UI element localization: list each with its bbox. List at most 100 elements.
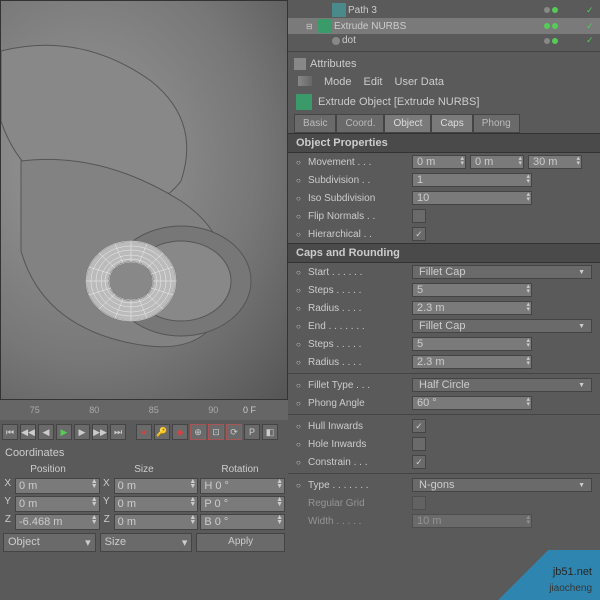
phong-angle-field[interactable]: 60 °▴▾ [412,396,532,410]
menu-edit[interactable]: Edit [364,76,383,88]
coord-mode-select[interactable]: Object▾ [3,533,96,552]
fillet-type-label: Fillet Type . . . [308,380,408,391]
attribute-tabs: Basic Coord. Object Caps Phong [288,114,600,133]
object-title-bar: Extrude Object [Extrude NURBS] [288,90,600,114]
key-button[interactable]: ◆ [172,424,188,440]
size-mode-select[interactable]: Size▾ [100,533,193,552]
rotation-header: Rotation [192,464,288,475]
object-properties-header: Object Properties [288,133,600,153]
subdivision-field[interactable]: 1▴▾ [412,173,532,187]
transport-bar: ⏮ ◀◀ ◀ ▶ ▶ ▶▶ ⏭ ● 🔑 ◆ ⊕ ⊡ ⟳ P ◧ [0,420,288,444]
end-steps-field[interactable]: 5▴▾ [412,337,532,351]
width-label: Width . . . . . [308,516,408,527]
tab-object[interactable]: Object [384,114,431,133]
position-z-field[interactable]: -6.468 m▲▼ [15,514,100,530]
spline-icon [332,3,346,17]
constrain-label: Constrain . . . [308,457,408,468]
play-button[interactable]: ▶ [56,424,72,440]
position-y-field[interactable]: 0 m▲▼ [15,496,100,512]
end-radius-field[interactable]: 2.3 m▴▾ [412,355,532,369]
constrain-checkbox[interactable]: ✓ [412,455,426,469]
tree-item-path[interactable]: Path 3 ✓ [288,2,600,18]
autokey-button[interactable]: 🔑 [154,424,170,440]
hierarchical-checkbox[interactable]: ✓ [412,227,426,241]
hole-inwards-label: Hole Inwards [308,439,408,450]
position-x-field[interactable]: 0 m▲▼ [15,478,100,494]
width-field: 10 m▴▾ [412,514,532,528]
record-button[interactable]: ● [136,424,152,440]
flip-normals-checkbox[interactable] [412,209,426,223]
rotation-p-field[interactable]: P 0 °▲▼ [200,496,285,512]
timeline-tick: 85 [124,405,184,415]
caps-rounding-header: Caps and Rounding [288,243,600,263]
movement-x-field[interactable]: 0 m▴▾ [412,155,466,169]
collapse-icon[interactable]: ⊟ [306,22,316,31]
attributes-menu: Mode Edit User Data [288,74,600,90]
prev-frame-button[interactable]: ◀ [38,424,54,440]
tree-item-extrude-nurbs[interactable]: ⊟ Extrude NURBS ✓ [288,18,600,34]
key-pos-button[interactable]: ⊕ [190,424,206,440]
fillet-type-select[interactable]: Half Circle▼ [412,378,592,392]
timeline-tick: 80 [65,405,125,415]
current-frame[interactable]: 0 F [243,405,283,415]
next-frame-button[interactable]: ▶ [74,424,90,440]
key-rot-button[interactable]: ⟳ [226,424,242,440]
axis-label: Z [102,514,112,530]
size-y-field[interactable]: 0 m▲▼ [114,496,199,512]
watermark: jb51.net jiaocheng [480,550,600,600]
axis-label: Z [3,514,13,530]
tab-phong[interactable]: Phong [473,114,520,133]
regular-grid-checkbox [412,496,426,510]
steps-label: Steps . . . . . [308,285,408,296]
tab-caps[interactable]: Caps [431,114,472,133]
viewport-3d[interactable] [0,0,288,400]
key-param-button[interactable]: P [244,424,260,440]
extrude-nurbs-icon [296,94,312,110]
tree-item-dot[interactable]: dot ✓ [288,34,600,47]
size-header: Size [96,464,192,475]
end-cap-select[interactable]: Fillet Cap▼ [412,319,592,333]
start-cap-select[interactable]: Fillet Cap▼ [412,265,592,279]
rotation-b-field[interactable]: B 0 °▲▼ [200,514,285,530]
coordinates-title: Coordinates [0,444,288,462]
movement-z-field[interactable]: 30 m▴▾ [528,155,582,169]
key-pla-button[interactable]: ◧ [262,424,278,440]
menu-userdata[interactable]: User Data [395,76,445,88]
start-label: Start . . . . . . [308,267,408,278]
movement-y-field[interactable]: 0 m▴▾ [470,155,524,169]
hierarchical-label: Hierarchical . . [308,229,408,240]
type-label: Type . . . . . . . [308,480,408,491]
hull-inwards-label: Hull Inwards [308,421,408,432]
menu-mode[interactable]: Mode [324,76,352,88]
mode-icon[interactable] [298,76,312,86]
tab-basic[interactable]: Basic [294,114,336,133]
rotation-h-field[interactable]: H 0 °▲▼ [200,478,285,494]
start-steps-field[interactable]: 5▴▾ [412,283,532,297]
key-scale-button[interactable]: ⊡ [208,424,224,440]
null-icon [332,37,340,45]
iso-subdivision-field[interactable]: 10▴▾ [412,191,532,205]
goto-start-button[interactable]: ⏮ [2,424,18,440]
goto-end-button[interactable]: ⏭ [110,424,126,440]
axis-label: X [3,478,13,494]
timeline-ruler[interactable]: 75 80 85 90 0 F [0,400,288,420]
axis-label: Y [3,496,13,512]
size-z-field[interactable]: 0 m▲▼ [114,514,199,530]
start-radius-field[interactable]: 2.3 m▴▾ [412,301,532,315]
axis-label: Y [102,496,112,512]
end-label: End . . . . . . . [308,321,408,332]
next-key-button[interactable]: ▶▶ [92,424,108,440]
prev-key-button[interactable]: ◀◀ [20,424,36,440]
iso-subdivision-label: Iso Subdivision [308,193,408,204]
position-header: Position [0,464,96,475]
movement-label: Movement . . . [308,157,408,168]
tab-coord[interactable]: Coord. [336,114,384,133]
size-x-field[interactable]: 0 m▲▼ [114,478,199,494]
hull-inwards-checkbox[interactable]: ✓ [412,419,426,433]
type-select[interactable]: N-gons▼ [412,478,592,492]
panel-icon [294,58,306,70]
apply-button[interactable]: Apply [196,533,285,552]
flip-normals-label: Flip Normals . . [308,211,408,222]
attributes-header: Attributes [288,54,600,74]
hole-inwards-checkbox[interactable] [412,437,426,451]
